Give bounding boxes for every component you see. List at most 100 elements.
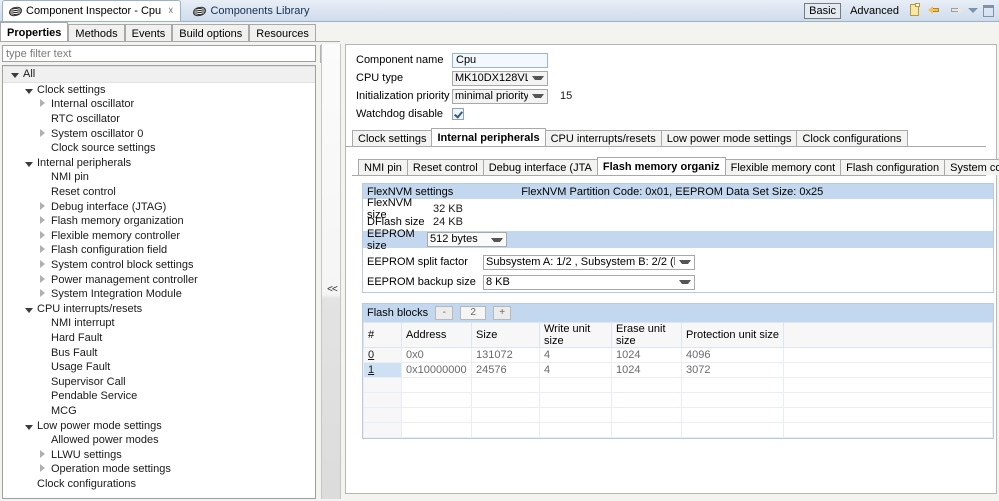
sub-tab[interactable]: Flash memory organiz xyxy=(596,157,726,175)
component-name-input[interactable]: Cpu xyxy=(452,52,548,68)
eeprom-size-combo[interactable]: 512 bytes xyxy=(427,232,507,247)
flash-blocks-count[interactable]: 2 xyxy=(460,306,487,320)
flash-blocks-increment-button[interactable]: + xyxy=(493,306,512,320)
tree-item[interactable]: Bus Fault xyxy=(3,345,315,360)
tree-item[interactable]: All xyxy=(3,66,315,83)
twisty[interactable] xyxy=(23,157,34,169)
mode-advanced-button[interactable]: Advanced xyxy=(846,4,903,18)
tree-item[interactable]: Flash configuration field xyxy=(3,243,315,258)
eeprom-backup-combo[interactable]: 8 KB xyxy=(483,274,695,290)
tree-item[interactable]: Internal peripherals xyxy=(3,156,315,171)
table-column-header[interactable]: Address xyxy=(401,322,472,348)
filter-input[interactable]: type filter text xyxy=(2,45,316,62)
editor-tab-component-inspector[interactable]: Component Inspector - Cpu ☓ xyxy=(2,0,182,21)
tree-item[interactable]: RTC oscillator xyxy=(3,112,315,127)
twisty[interactable] xyxy=(37,244,48,256)
tree-item[interactable]: Power management controller xyxy=(3,272,315,287)
tree-item[interactable]: Flexible memory controller xyxy=(3,229,315,244)
main-tab[interactable]: Clock configurations xyxy=(796,130,908,146)
sub-tab[interactable]: Flexible memory cont xyxy=(724,159,842,175)
tree-item[interactable]: System Integration Module xyxy=(3,287,315,302)
forward-arrow-icon[interactable] xyxy=(948,4,963,17)
table-row-empty[interactable] xyxy=(363,377,993,393)
table-row[interactable]: 1 0x10000000 24576 4 1024 3072 xyxy=(363,362,993,378)
watchdog-disable-checkbox[interactable] xyxy=(452,108,464,120)
tree-item[interactable]: Usage Fault xyxy=(3,360,315,375)
tree-item[interactable]: Pendable Service xyxy=(3,389,315,404)
sub-tab[interactable]: Flash configuration xyxy=(840,159,946,175)
sub-tab[interactable]: Debug interface (JTA xyxy=(482,159,598,175)
sash-splitter[interactable] xyxy=(321,44,341,499)
tree-item[interactable]: Low power mode settings xyxy=(3,418,315,433)
tree-item[interactable]: Supervisor Call xyxy=(3,374,315,389)
cpu-type-combo[interactable]: MK10DX128VLF5 i xyxy=(452,70,548,86)
sub-tab[interactable]: NMI pin xyxy=(358,159,408,175)
tab-build-options[interactable]: Build options xyxy=(172,24,250,42)
tree-item[interactable]: System oscillator 0 xyxy=(3,126,315,141)
view-menu-icon[interactable] xyxy=(968,8,978,13)
tree-item[interactable]: Allowed power modes xyxy=(3,433,315,448)
tree-item[interactable]: Clock settings xyxy=(3,83,315,98)
twisty[interactable] xyxy=(9,68,20,80)
collapse-panel-button[interactable]: << xyxy=(324,283,340,297)
twisty[interactable] xyxy=(37,230,48,242)
tree-item[interactable]: Reset control xyxy=(3,185,315,200)
note-icon[interactable] xyxy=(908,3,923,18)
main-tab[interactable]: Low power mode settings xyxy=(660,130,798,146)
table-row-empty[interactable] xyxy=(363,407,993,423)
tree-item[interactable]: Hard Fault xyxy=(3,331,315,346)
close-icon[interactable]: ☓ xyxy=(168,6,173,17)
sub-tab[interactable]: System control block xyxy=(944,159,999,175)
table-column-header[interactable]: Size xyxy=(471,322,540,348)
table-column-header[interactable]: Write unit size xyxy=(539,322,612,348)
twisty[interactable] xyxy=(37,449,48,461)
twisty[interactable] xyxy=(37,128,48,140)
tree-item[interactable]: Operation mode settings xyxy=(3,462,315,477)
tree-item[interactable]: System control block settings xyxy=(3,258,315,273)
tree-item[interactable]: NMI interrupt xyxy=(3,316,315,331)
editor-tab-components-library[interactable]: Components Library xyxy=(187,1,316,21)
main-tab[interactable]: CPU interrupts/resets xyxy=(544,130,662,146)
tree-item[interactable]: LLWU settings xyxy=(3,447,315,462)
tab-events[interactable]: Events xyxy=(124,24,173,42)
tree-item[interactable]: MCG xyxy=(3,404,315,419)
main-tab[interactable]: Clock settings xyxy=(352,130,433,146)
flash-blocks-decrement-button[interactable]: - xyxy=(435,306,454,320)
twisty[interactable] xyxy=(37,215,48,227)
table-column-header[interactable]: # xyxy=(363,322,402,348)
eeprom-split-combo[interactable]: Subsystem A: 1/2 , Subsystem B: 2/2 (bit… xyxy=(483,254,695,270)
flash-blocks-table[interactable]: # Address Size Write unit size Erase unit si… xyxy=(363,322,993,438)
tab-properties[interactable]: Properties xyxy=(0,22,69,42)
tab-methods[interactable]: Methods xyxy=(68,24,125,42)
twisty[interactable] xyxy=(37,98,48,110)
init-priority-combo[interactable]: minimal priority xyxy=(452,88,548,104)
back-arrow-icon[interactable] xyxy=(928,4,943,17)
tab-resources[interactable]: Resources xyxy=(249,24,316,42)
twisty[interactable] xyxy=(23,303,34,315)
twisty[interactable] xyxy=(23,420,34,432)
twisty[interactable] xyxy=(37,463,48,475)
table-row-empty[interactable] xyxy=(363,392,993,408)
twisty[interactable] xyxy=(23,84,34,96)
tree-item[interactable]: NMI pin xyxy=(3,170,315,185)
table-column-header[interactable]: Protection unit size xyxy=(681,322,784,348)
twisty[interactable] xyxy=(37,288,48,300)
table-row[interactable]: 0 0x0 131072 4 1024 4096 xyxy=(363,347,993,363)
minimize-icon[interactable] xyxy=(983,4,994,17)
properties-tree[interactable]: All Clock settings Internal oscillator RTC … xyxy=(2,65,316,499)
sub-tab[interactable]: Reset control xyxy=(406,159,484,175)
table-column-header[interactable]: Erase unit size xyxy=(611,322,682,348)
tree-item[interactable]: Clock source settings xyxy=(3,141,315,156)
table-column-header[interactable] xyxy=(783,322,993,348)
twisty[interactable] xyxy=(37,274,48,286)
tree-item[interactable]: Internal oscillator xyxy=(3,97,315,112)
main-tab[interactable]: Internal peripherals xyxy=(431,128,546,146)
tree-item[interactable]: Clock configurations xyxy=(3,477,315,492)
twisty[interactable] xyxy=(37,201,48,213)
tree-item[interactable]: Debug interface (JTAG) xyxy=(3,199,315,214)
twisty[interactable] xyxy=(37,259,48,271)
tree-item[interactable]: CPU interrupts/resets xyxy=(3,302,315,317)
table-row-empty[interactable] xyxy=(363,422,993,438)
mode-basic-button[interactable]: Basic xyxy=(804,2,842,19)
tree-item[interactable]: Flash memory organization xyxy=(3,214,315,229)
